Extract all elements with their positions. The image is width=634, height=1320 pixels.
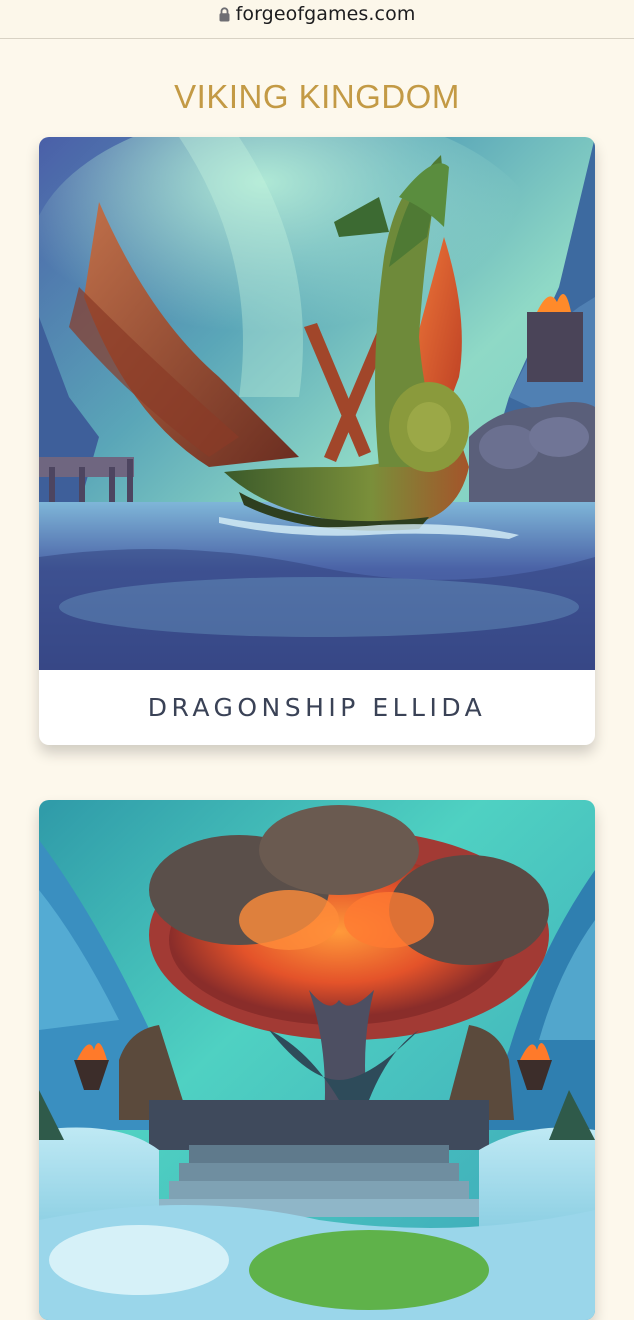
browser-address-bar[interactable]: forgeofgames.com bbox=[0, 0, 634, 39]
great-tree-image[interactable] bbox=[39, 800, 595, 1320]
page-title: VIKING KINGDOM bbox=[174, 78, 460, 115]
lock-icon bbox=[219, 6, 230, 22]
url-text: forgeofgames.com bbox=[235, 3, 416, 25]
dragonship-image[interactable] bbox=[39, 137, 595, 670]
building-card-great-tree[interactable] bbox=[39, 800, 595, 1320]
card-caption-dragonship: DRAGONSHIP ELLIDA bbox=[147, 693, 487, 722]
building-card-dragonship[interactable]: DRAGONSHIP ELLIDA bbox=[39, 137, 595, 745]
url-display[interactable]: forgeofgames.com bbox=[219, 3, 416, 25]
